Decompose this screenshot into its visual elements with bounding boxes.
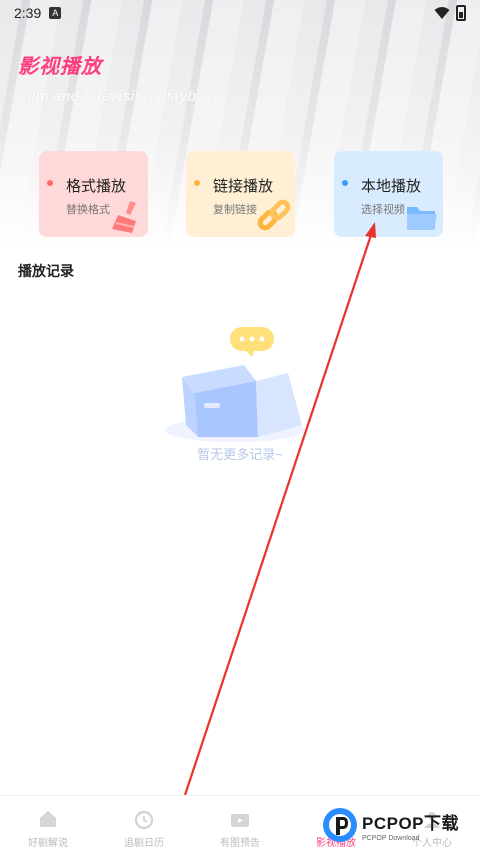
status-time: 2:39: [14, 5, 42, 21]
home-icon: [40, 811, 56, 827]
folder-icon: [407, 207, 437, 230]
status-bar: 2:39 A: [0, 0, 480, 26]
history-section-title: 播放记录: [18, 263, 74, 279]
link-play-card[interactable]: 链接播放 复制链接: [186, 151, 295, 237]
nav-item-drama-calendar[interactable]: 追剧日历: [96, 796, 192, 853]
play-mode-cards: 格式播放 替换格式 链接播放 复制链接 本地播放 选择视频: [39, 151, 443, 237]
card-subtitle: 选择视频: [361, 204, 405, 216]
local-play-card[interactable]: 本地播放 选择视频: [334, 151, 443, 237]
card-dot: [47, 180, 53, 186]
nav-label: 追剧日历: [124, 838, 164, 849]
notification-icon: A: [49, 7, 62, 19]
empty-box-illustration: [165, 327, 305, 442]
alarm-clock-icon: [134, 810, 154, 830]
nav-label: 好剧解说: [28, 838, 68, 849]
watermark-text: PCPOP下载: [362, 813, 460, 833]
watermark-subtext: PCPOP Download: [362, 834, 420, 842]
nav-label: 有图预告: [220, 838, 260, 849]
card-dot: [194, 180, 200, 186]
wifi-icon: [434, 7, 450, 19]
format-play-card[interactable]: 格式播放 替换格式: [39, 151, 148, 237]
brush-icon: [112, 201, 136, 233]
card-title: 链接播放: [213, 178, 274, 195]
pcpop-logo-icon: [323, 808, 357, 842]
card-subtitle: 复制链接: [213, 204, 257, 216]
watermark: PCPOP下载 PCPOP Download: [322, 800, 480, 850]
empty-history-text: 暂无更多记录~: [197, 447, 283, 462]
page-title: 影视播放: [18, 56, 102, 78]
card-dot: [342, 180, 348, 186]
nav-item-trailers[interactable]: 有图预告: [192, 796, 288, 853]
card-title: 本地播放: [361, 178, 422, 195]
battery-icon: [456, 5, 466, 21]
card-title: 格式播放: [66, 178, 127, 195]
link-icon: [257, 199, 291, 231]
card-subtitle: 替换格式: [66, 204, 110, 216]
nav-item-drama-commentary[interactable]: 好剧解说: [0, 796, 96, 853]
tv-icon: [231, 814, 249, 827]
page-subtitle: Film and television playback: [18, 88, 222, 105]
